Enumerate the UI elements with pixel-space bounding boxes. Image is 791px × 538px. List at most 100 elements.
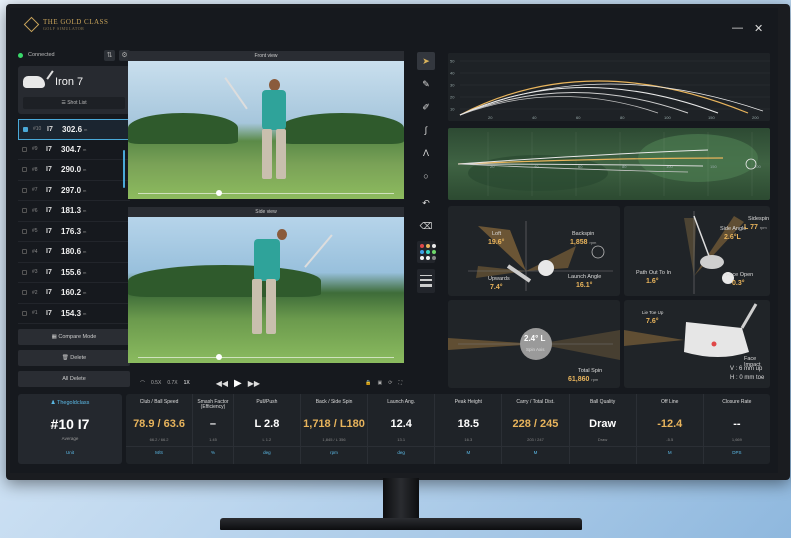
compare-mode-button[interactable]: ▦ Compare Mode [18, 329, 130, 345]
color-swatch[interactable] [426, 250, 430, 254]
brand-subtitle: GOLF SIMULATOR [43, 26, 85, 31]
color-swatch[interactable] [432, 250, 436, 254]
x-tick-label: 100 [666, 164, 673, 169]
color-swatch[interactable] [420, 250, 424, 254]
shot-row[interactable]: #10 I7 302.6 m [18, 119, 130, 140]
line-width-option[interactable] [420, 284, 432, 287]
video-timeline[interactable] [138, 193, 394, 194]
shot-list-button[interactable]: ☰ Shot List [23, 97, 125, 109]
shot-checkbox[interactable] [22, 228, 27, 234]
eraser-icon[interactable]: ⌫ [417, 217, 435, 235]
shot-checkbox[interactable] [22, 310, 27, 316]
shot-checkbox[interactable] [22, 187, 27, 193]
forward-button[interactable]: ▶▶ [248, 379, 260, 388]
shot-unit: m [83, 167, 87, 173]
sync-icon[interactable]: ⟳ [388, 380, 392, 386]
color-swatch[interactable] [432, 256, 436, 260]
color-swatch[interactable] [420, 256, 424, 260]
timeline-scrubber[interactable] [216, 190, 222, 196]
shot-row[interactable]: #9 I7 304.7 m [18, 140, 130, 160]
stat-column: Off Line -12.4 -5.5 M [635, 394, 703, 464]
shot-number: #5 [32, 228, 38, 235]
side-view-video[interactable]: Side view [128, 207, 404, 363]
stat-column: Back / Side Spin 1,718 / L180 1,845 / L 35… [299, 394, 368, 464]
face-impact-tile: Lie Toe Up 7.6° Face Impact V : 6 mm up … [624, 300, 770, 388]
stat-unit[interactable]: deg [368, 450, 434, 455]
stat-column: Peak Height 18.5 16.3 M [434, 394, 502, 464]
shot-distance: 304.7 [61, 144, 82, 154]
x-tick-label: 20 [490, 164, 495, 169]
speed-option[interactable]: 0.5X [151, 380, 161, 386]
loop-icon[interactable]: ⌒ [140, 380, 145, 387]
fullscreen-icon[interactable]: ⛶ [398, 380, 402, 386]
shot-checkbox[interactable] [22, 290, 27, 296]
logo-icon [23, 16, 40, 33]
color-swatch[interactable] [420, 244, 424, 248]
speed-option[interactable]: 0.7X [167, 380, 177, 386]
timeline-scrubber[interactable] [216, 354, 222, 360]
lock-icon[interactable]: 🔒 [365, 380, 371, 386]
shot-checkbox[interactable] [22, 167, 27, 173]
golfer [252, 279, 262, 334]
stat-average: 1,669 [731, 437, 742, 442]
stat-column: Launch Ang. 12.4 13.1 deg [367, 394, 435, 464]
stat-unit[interactable]: deg [234, 450, 300, 455]
stat-unit[interactable]: M [502, 450, 568, 455]
stat-unit[interactable]: % [193, 450, 233, 455]
shot-club: I7 [46, 309, 52, 317]
shot-row[interactable]: #1 I7 154.3 m [18, 304, 130, 324]
color-swatch[interactable] [432, 244, 436, 248]
monitor-base [220, 518, 582, 530]
shot-row[interactable]: #5 I7 176.3 m [18, 222, 130, 242]
stat-unit[interactable]: M [435, 450, 501, 455]
shot-list-scrollbar[interactable] [123, 150, 125, 188]
color-swatch[interactable] [426, 244, 430, 248]
club-head-icon [700, 255, 724, 269]
line-width-option[interactable] [420, 279, 432, 281]
stat-unit[interactable]: rpm [301, 450, 367, 455]
shot-checkbox[interactable] [22, 269, 27, 275]
speed-option[interactable]: 1X [184, 380, 190, 386]
camera-icon[interactable]: ▣ [378, 380, 383, 386]
golf-club [224, 77, 248, 110]
close-button[interactable]: ✕ [754, 22, 763, 35]
front-view-video[interactable]: Front view [128, 51, 404, 199]
pencil-icon[interactable]: ✎ [417, 75, 435, 93]
shot-club: I7 [46, 248, 52, 256]
shot-checkbox[interactable] [22, 146, 27, 152]
video-timeline[interactable] [138, 357, 394, 358]
angle-icon[interactable]: Λ [417, 144, 435, 162]
stat-unit[interactable]: DPS [704, 450, 770, 455]
delete-button[interactable]: 🗑 Delete [18, 350, 130, 366]
shot-club: I7 [46, 268, 52, 276]
pen-icon[interactable]: ✐ [417, 98, 435, 116]
sliders-icon[interactable]: ⇅ [104, 49, 115, 61]
curve-icon[interactable]: ∫ [417, 121, 435, 139]
club-selector[interactable]: Iron 7 ☰ Shot List [18, 66, 130, 114]
minimize-button[interactable]: — [732, 22, 743, 34]
shot-row[interactable]: #7 I7 297.0 m [18, 181, 130, 201]
stat-header: Ball Quality [589, 399, 616, 405]
stat-unit[interactable]: M/S [126, 450, 192, 455]
color-swatch[interactable] [426, 256, 430, 260]
play-button[interactable]: ▶ [234, 378, 242, 389]
shot-checkbox[interactable] [23, 126, 28, 132]
shot-checkbox[interactable] [22, 208, 27, 214]
iron-club-icon [23, 76, 45, 88]
title-bar: THE GOLD CLASS GOLF SIMULATOR — ✕ [10, 8, 778, 44]
shot-row[interactable]: #6 I7 181.3 m [18, 201, 130, 222]
cursor-icon[interactable]: ➤ [417, 52, 435, 70]
player-card[interactable]: ♟ Thegoldclass #10 I7 Average Unit [18, 394, 122, 464]
stat-unit[interactable]: M [637, 450, 703, 455]
line-width-option[interactable] [420, 275, 432, 276]
shot-row[interactable]: #8 I7 290.0 m [18, 160, 130, 181]
undo-icon[interactable]: ↶ [417, 194, 435, 212]
shot-row[interactable]: #2 I7 160.2 m [18, 283, 130, 304]
shot-checkbox[interactable] [22, 249, 27, 255]
all-delete-button[interactable]: All Delete [18, 371, 130, 387]
shot-row[interactable]: #3 I7 155.6 m [18, 263, 130, 283]
trajectory-chart: 50 40 30 20 10 20 40 60 80 100 150 200 [448, 53, 770, 121]
shot-row[interactable]: #4 I7 180.6 m [18, 242, 130, 263]
circle-icon[interactable]: ○ [417, 167, 435, 185]
rewind-button[interactable]: ◀◀ [216, 379, 228, 388]
